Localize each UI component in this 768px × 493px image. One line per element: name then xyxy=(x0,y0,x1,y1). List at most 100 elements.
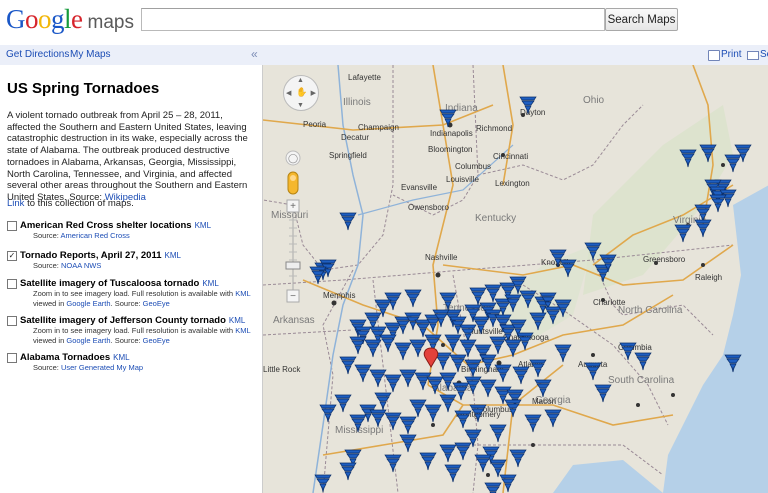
tornado-marker-icon[interactable] xyxy=(339,212,357,231)
tornado-marker-icon[interactable] xyxy=(584,362,602,381)
geoeye-link[interactable]: GeoEye xyxy=(143,299,170,308)
tornado-marker-icon[interactable] xyxy=(559,259,577,278)
tornado-marker-icon[interactable] xyxy=(339,356,357,375)
tornado-marker-icon[interactable] xyxy=(314,474,332,493)
tornado-marker-icon[interactable] xyxy=(459,324,477,343)
kml-link[interactable]: KML xyxy=(195,221,211,230)
tornado-marker-icon[interactable] xyxy=(544,306,562,325)
tornado-marker-icon[interactable] xyxy=(439,109,457,128)
tornado-marker-icon[interactable] xyxy=(384,412,402,431)
tornado-marker-icon[interactable] xyxy=(319,404,337,423)
tornado-marker-icon[interactable] xyxy=(634,352,652,371)
tornado-marker-icon[interactable] xyxy=(554,344,572,363)
tornado-marker-icon[interactable] xyxy=(439,292,457,311)
source-link[interactable]: NOAA NWS xyxy=(61,261,101,270)
get-directions-link[interactable]: Get Directions xyxy=(6,49,69,60)
layer-title[interactable]: Satellite imagery of Tuscaloosa tornado xyxy=(20,278,199,289)
tornado-marker-icon[interactable] xyxy=(339,462,357,481)
tornado-marker-icon[interactable] xyxy=(504,399,522,418)
tornado-marker-icon[interactable] xyxy=(384,454,402,473)
tornado-marker-icon[interactable] xyxy=(419,452,437,471)
layer-checkbox-checked[interactable]: ✓ xyxy=(7,251,17,261)
layer-checkbox[interactable] xyxy=(7,279,17,289)
kml-link[interactable]: KML xyxy=(164,251,180,260)
layer-title[interactable]: Satellite imagery of Jefferson County to… xyxy=(20,315,226,326)
tornado-marker-icon[interactable] xyxy=(414,319,432,338)
tornado-marker-icon[interactable] xyxy=(426,376,444,395)
tornado-marker-icon[interactable] xyxy=(384,374,402,393)
tornado-marker-icon[interactable] xyxy=(694,219,712,238)
layer-title[interactable]: Alabama Tornadoes xyxy=(20,352,110,363)
google-earth-link[interactable]: Google Earth xyxy=(66,336,110,345)
tornado-marker-icon[interactable] xyxy=(439,444,457,463)
tornado-marker-icon[interactable] xyxy=(394,342,412,361)
tornado-marker-icon[interactable] xyxy=(509,449,527,468)
send-link[interactable]: Send xyxy=(760,49,768,60)
my-maps-link[interactable]: My Maps xyxy=(70,49,111,60)
tornado-marker-icon[interactable] xyxy=(529,312,547,331)
tornado-marker-icon[interactable] xyxy=(489,424,507,443)
kml-link[interactable]: KML xyxy=(113,353,129,362)
tornado-marker-icon[interactable] xyxy=(399,416,417,435)
collection-link[interactable]: Link xyxy=(7,198,24,209)
tornado-marker-icon[interactable] xyxy=(399,434,417,453)
tornado-marker-icon[interactable] xyxy=(679,149,697,168)
tornado-marker-icon[interactable] xyxy=(444,464,462,483)
tornado-marker-icon[interactable] xyxy=(354,364,372,383)
tornado-marker-icon[interactable] xyxy=(379,334,397,353)
tornado-marker-icon[interactable] xyxy=(459,339,477,358)
tornado-marker-icon[interactable] xyxy=(439,394,457,413)
tornado-marker-icon[interactable] xyxy=(489,459,507,478)
tornado-marker-icon[interactable] xyxy=(364,339,382,358)
google-maps-logo[interactable]: Google maps xyxy=(6,4,134,35)
tornado-marker-icon[interactable] xyxy=(512,366,530,385)
tornado-marker-icon[interactable] xyxy=(449,354,467,373)
tornado-marker-icon[interactable] xyxy=(504,339,522,358)
geoeye-link[interactable]: GeoEye xyxy=(143,336,170,345)
search-maps-button[interactable]: Search Maps xyxy=(605,8,678,31)
search-input[interactable] xyxy=(141,8,605,31)
tornado-marker-icon[interactable] xyxy=(544,409,562,428)
tornado-marker-icon[interactable] xyxy=(474,454,492,473)
tornado-marker-icon[interactable] xyxy=(349,336,367,355)
source-link[interactable]: User Generated My Map xyxy=(61,363,143,372)
tornado-marker-icon[interactable] xyxy=(349,414,367,433)
tornado-marker-icon[interactable] xyxy=(374,392,392,411)
kml-inline-link[interactable]: KML xyxy=(235,326,250,335)
tornado-marker-icon[interactable] xyxy=(452,382,470,401)
tornado-marker-icon[interactable] xyxy=(594,384,612,403)
tornado-marker-icon[interactable] xyxy=(584,242,602,261)
tornado-marker-icon[interactable] xyxy=(439,372,457,391)
tornado-marker-icon[interactable] xyxy=(479,354,497,373)
layer-checkbox[interactable] xyxy=(7,221,17,231)
print-icon[interactable] xyxy=(708,50,720,61)
tornado-marker-icon[interactable] xyxy=(529,359,547,378)
tornado-marker-icon[interactable] xyxy=(489,336,507,355)
kml-link[interactable]: KML xyxy=(229,316,245,325)
tornado-marker-icon[interactable] xyxy=(674,224,692,243)
send-mail-icon[interactable] xyxy=(747,51,759,60)
layer-checkbox[interactable] xyxy=(7,316,17,326)
tornado-marker-icon[interactable] xyxy=(724,354,742,373)
tornado-marker-icon[interactable] xyxy=(404,289,422,308)
tornado-marker-icon[interactable] xyxy=(369,369,387,388)
tornado-marker-icon[interactable] xyxy=(469,404,487,423)
tornado-marker-icon[interactable] xyxy=(469,287,487,306)
layer-title[interactable]: Tornado Reports, April 27, 2011 xyxy=(20,250,161,261)
tornado-marker-icon[interactable] xyxy=(534,379,552,398)
source-link[interactable]: American Red Cross xyxy=(61,231,130,240)
tornado-marker-icon[interactable] xyxy=(724,154,742,173)
tornado-marker-icon[interactable] xyxy=(479,379,497,398)
layer-title[interactable]: American Red Cross shelter locations xyxy=(20,220,192,231)
kml-link[interactable]: KML xyxy=(202,279,218,288)
tornado-marker-icon[interactable] xyxy=(444,334,462,353)
tornado-marker-icon[interactable] xyxy=(454,410,472,429)
google-earth-link[interactable]: Google Earth xyxy=(66,299,110,308)
tornado-marker-icon[interactable] xyxy=(454,442,472,461)
tornado-marker-icon[interactable] xyxy=(699,144,717,163)
tornado-marker-icon[interactable] xyxy=(494,364,512,383)
tornado-marker-icon[interactable] xyxy=(519,290,537,309)
tornado-marker-icon[interactable] xyxy=(424,404,442,423)
tornado-marker-icon[interactable] xyxy=(519,96,537,115)
placemark-icon[interactable] xyxy=(423,347,439,368)
